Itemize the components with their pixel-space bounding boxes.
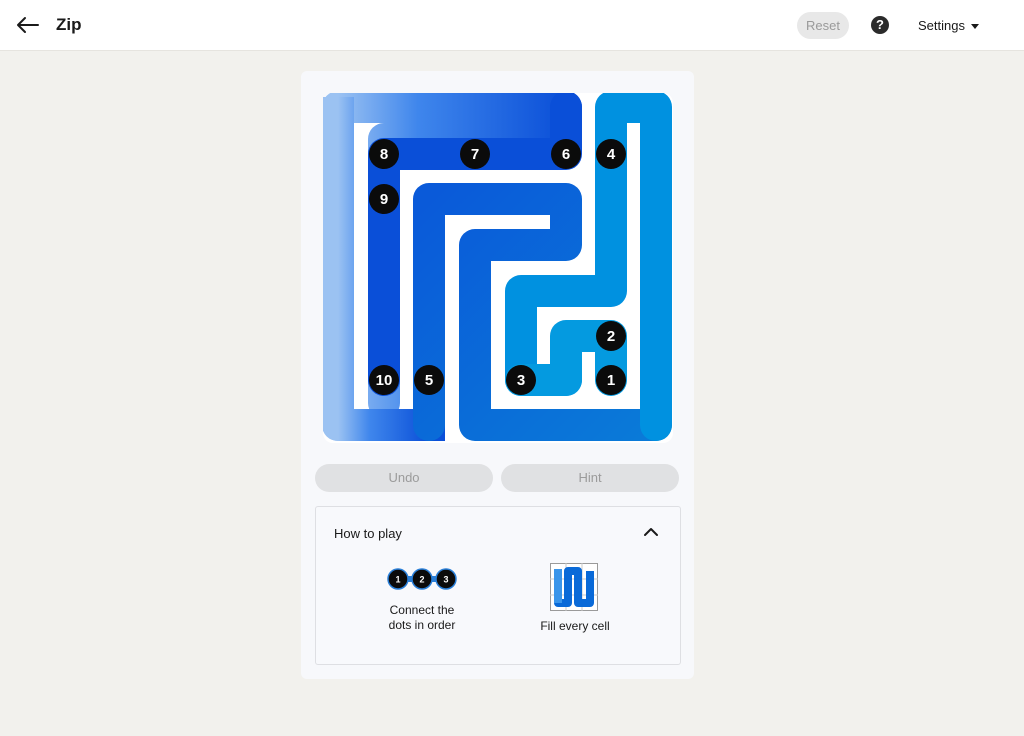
rule-fill-cells-text: Fill every cell <box>540 619 610 633</box>
dot-label: 10 <box>376 372 393 389</box>
hint-button[interactable]: Hint <box>501 464 679 492</box>
how-to-play-title: How to play <box>334 526 402 541</box>
dot-label: 5 <box>425 372 433 389</box>
dot-label: 1 <box>607 372 615 389</box>
dot-8[interactable]: 8 <box>369 139 399 169</box>
chevron-up-icon[interactable] <box>642 523 660 541</box>
dot-1[interactable]: 1 <box>596 365 626 395</box>
dot-2[interactable]: 2 <box>596 321 626 351</box>
dot-label: 9 <box>380 191 388 208</box>
rule-connect-line1: Connect the <box>389 603 455 617</box>
dot-9[interactable]: 9 <box>369 184 399 214</box>
settings-dropdown[interactable]: Settings <box>918 18 979 33</box>
dot-3[interactable]: 3 <box>506 365 536 395</box>
rule-dot-label: 3 <box>443 575 448 585</box>
dot-6[interactable]: 6 <box>551 139 581 169</box>
fill-grid-icon <box>550 563 598 616</box>
dot-10[interactable]: 10 <box>369 365 399 395</box>
dot-label: 8 <box>380 146 388 163</box>
help-icon[interactable]: ? <box>871 16 889 34</box>
rule-connect-dots-text: Connect the dots in order <box>368 603 476 633</box>
dot-label: 3 <box>517 372 525 389</box>
top-bar: Zip Reset ? Settings <box>0 0 1024 51</box>
app-title: Zip <box>56 15 82 34</box>
settings-label: Settings <box>918 18 965 33</box>
dot-4[interactable]: 4 <box>596 139 626 169</box>
rule-dot-label: 2 <box>419 575 424 585</box>
puzzle-board[interactable]: 8 7 6 4 9 2 10 5 3 1 <box>322 91 673 443</box>
game-card: 8 7 6 4 9 2 10 5 3 1 Undo Hint How to pl… <box>301 71 694 679</box>
dot-label: 6 <box>562 146 570 163</box>
how-to-play-panel: How to play 1 2 3 Connect the dots in or… <box>315 506 681 665</box>
dot-5[interactable]: 5 <box>414 365 444 395</box>
dot-7[interactable]: 7 <box>460 139 490 169</box>
reset-button[interactable]: Reset <box>797 12 849 39</box>
dot-label: 2 <box>607 328 615 345</box>
caret-down-icon <box>970 24 979 30</box>
back-arrow-icon[interactable] <box>14 11 42 39</box>
connect-dots-icon: 1 2 3 <box>386 568 458 595</box>
undo-button[interactable]: Undo <box>315 464 493 492</box>
rule-dot-label: 1 <box>395 575 400 585</box>
dot-label: 4 <box>607 146 616 163</box>
dot-label: 7 <box>471 146 479 163</box>
rule-connect-line2: dots in order <box>388 618 456 632</box>
